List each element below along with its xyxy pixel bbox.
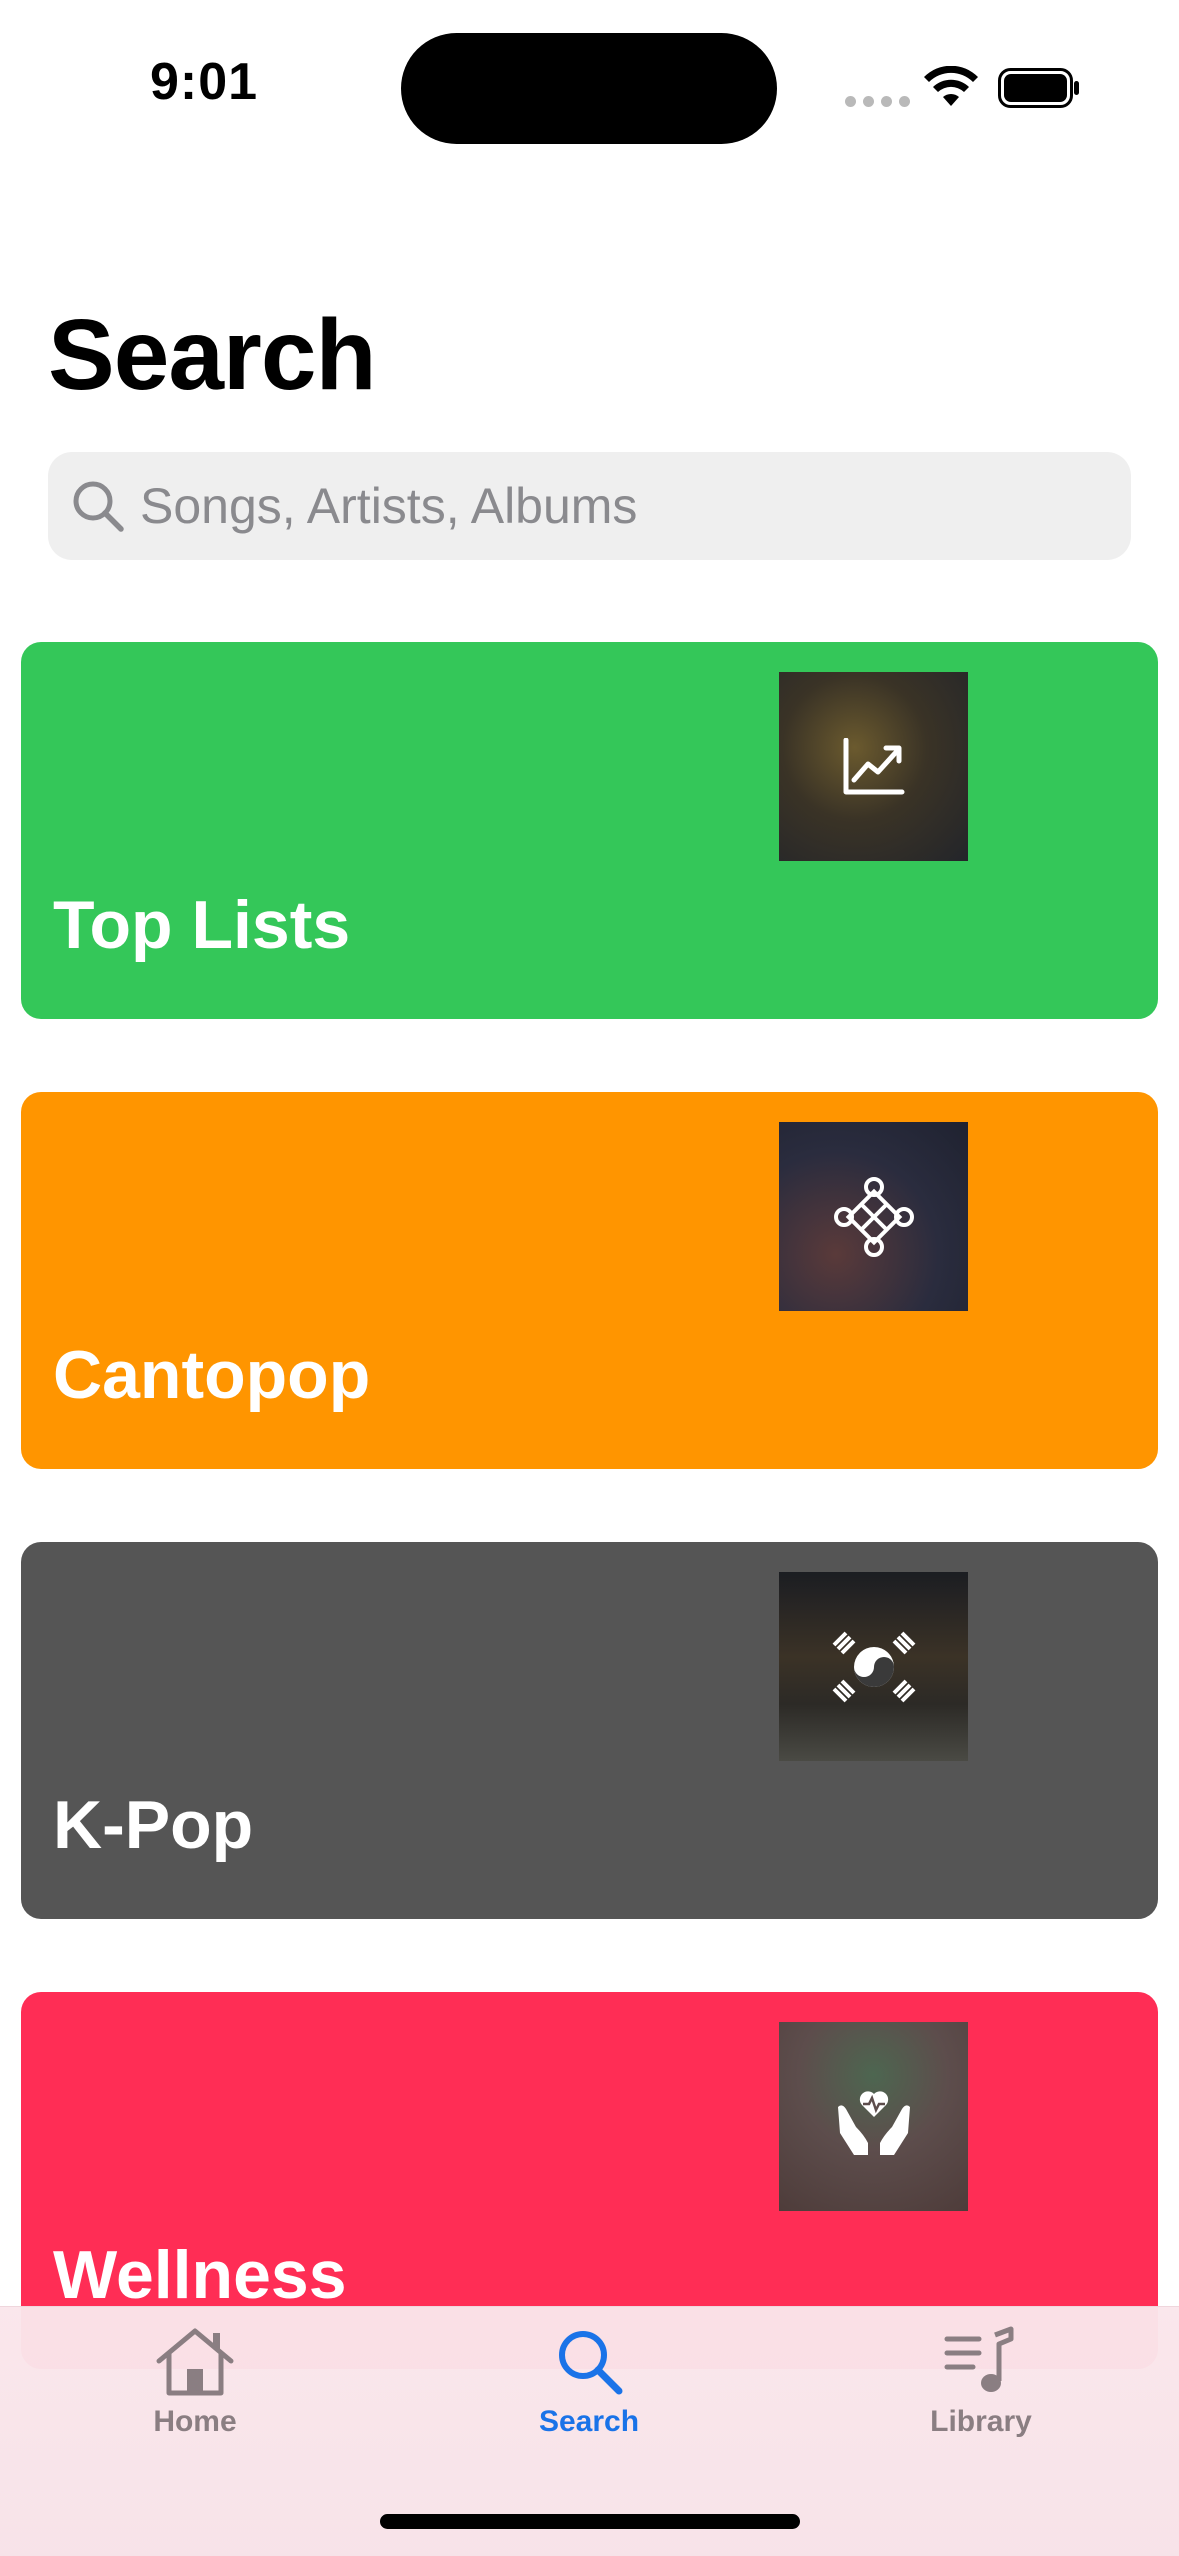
music-list-icon bbox=[944, 2326, 1014, 2392]
tab-label: Home bbox=[153, 2405, 237, 2438]
search-icon bbox=[559, 2331, 623, 2395]
home-indicator bbox=[380, 2514, 800, 2529]
tab-home[interactable]: Home bbox=[75, 2325, 315, 2475]
category-label: K-Pop bbox=[53, 1787, 254, 1863]
tab-library[interactable]: Library bbox=[861, 2325, 1101, 2475]
wifi-icon bbox=[924, 66, 978, 106]
cellular-signal-icon bbox=[845, 96, 910, 107]
category-label: Top Lists bbox=[53, 887, 351, 963]
search-field[interactable] bbox=[48, 452, 1131, 560]
category-thumbnail bbox=[779, 2022, 968, 2211]
category-card-top-lists[interactable]: Top Lists bbox=[21, 642, 1158, 1019]
status-bar: 9:01 bbox=[0, 0, 1179, 170]
category-label: Cantopop bbox=[53, 1337, 371, 1413]
tab-search[interactable]: Search bbox=[469, 2325, 709, 2475]
category-card-k-pop[interactable]: K-Pop bbox=[21, 1542, 1158, 1919]
tab-label: Library bbox=[930, 2405, 1032, 2438]
search-input[interactable] bbox=[140, 452, 1110, 560]
heart-hands-icon bbox=[837, 2090, 910, 2155]
page-title: Search bbox=[48, 299, 377, 411]
search-icon bbox=[73, 481, 124, 532]
category-thumbnail bbox=[779, 672, 968, 861]
status-time: 9:01 bbox=[150, 53, 259, 111]
category-card-cantopop[interactable]: Cantopop bbox=[21, 1092, 1158, 1469]
dynamic-island bbox=[401, 33, 777, 144]
category-thumbnail bbox=[779, 1122, 968, 1311]
tab-label: Search bbox=[538, 2405, 640, 2438]
battery-icon bbox=[998, 68, 1079, 108]
category-label: Wellness bbox=[53, 2237, 347, 2313]
taeguk-flag-icon bbox=[832, 1631, 915, 1702]
trending-chart-icon bbox=[843, 737, 904, 794]
house-icon bbox=[156, 2328, 234, 2396]
category-thumbnail bbox=[779, 1572, 968, 1761]
endless-knot-icon bbox=[833, 1176, 914, 1257]
